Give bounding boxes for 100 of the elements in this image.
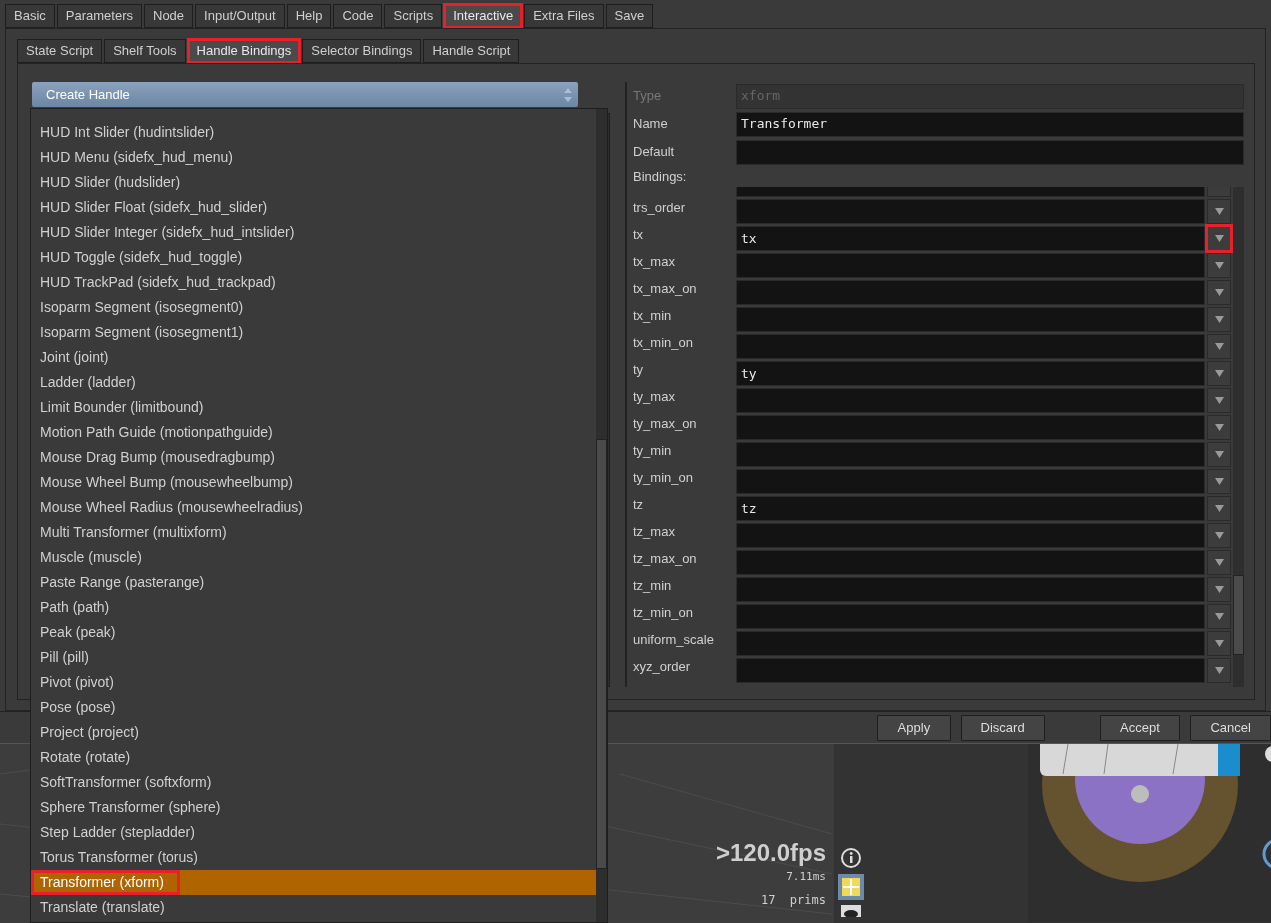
dropdown-button[interactable] xyxy=(1207,307,1231,332)
dropdown-button[interactable] xyxy=(1207,604,1231,629)
dropdown-button[interactable] xyxy=(1207,334,1231,359)
binding-field[interactable] xyxy=(736,523,1205,548)
tab[interactable]: Basic xyxy=(5,4,55,28)
dropdown-button[interactable] xyxy=(1207,550,1231,575)
dropdown-button[interactable] xyxy=(1207,388,1231,413)
binding-field[interactable] xyxy=(736,604,1205,629)
binding-field[interactable] xyxy=(736,307,1205,332)
dropdown-button[interactable] xyxy=(1207,415,1231,440)
dialog-button[interactable]: Apply xyxy=(877,714,951,741)
menu-item[interactable]: HUD Slider Integer (sidefx_hud_intslider) xyxy=(31,220,596,245)
menu-item[interactable]: Torus Transformer (torus) xyxy=(31,845,596,870)
menu-item[interactable]: Mouse Wheel Bump (mousewheelbump) xyxy=(31,470,596,495)
text-field[interactable] xyxy=(736,139,1244,165)
binding-label: tz_min xyxy=(633,577,673,595)
menu-item[interactable]: Pivot (pivot) xyxy=(31,670,596,695)
scrollbar[interactable] xyxy=(1233,187,1244,687)
binding-field[interactable]: tx xyxy=(736,226,1205,251)
caret-icon xyxy=(1214,343,1224,350)
binding-label: uniform_scale xyxy=(633,631,715,649)
menu-item[interactable]: Translate (translate) xyxy=(31,895,596,920)
tab[interactable]: Shelf Tools xyxy=(104,39,186,63)
menu-item[interactable]: Isoparm Segment (isosegment1) xyxy=(31,320,596,345)
menu-item[interactable]: Peak (peak) xyxy=(31,620,596,645)
tab[interactable]: Handle Script xyxy=(423,39,520,63)
binding-label: tx_max xyxy=(633,253,676,271)
dialog-button[interactable]: Discard xyxy=(960,714,1045,741)
menu-item[interactable]: Multi Transformer (multixform) xyxy=(31,520,596,545)
caret-icon xyxy=(1214,370,1224,377)
tab[interactable]: Parameters xyxy=(56,4,142,28)
menu-item[interactable]: Isoparm Segment (isosegment0) xyxy=(31,295,596,320)
dropdown-button[interactable] xyxy=(1207,523,1231,548)
binding-field[interactable]: tz xyxy=(736,496,1205,521)
menu-item[interactable]: Mouse Wheel Radius (mousewheelradius) xyxy=(31,495,596,520)
menu-item[interactable]: Mouse Drag Bump (mousedragbump) xyxy=(31,445,596,470)
binding-field[interactable] xyxy=(736,550,1205,575)
menu-item[interactable]: Ladder (ladder) xyxy=(31,370,596,395)
menu-item[interactable]: SoftTransformer (softxform) xyxy=(31,770,596,795)
tab[interactable]: Handle Bindings xyxy=(187,39,301,63)
tab[interactable]: Node xyxy=(144,4,194,28)
dropdown-button[interactable] xyxy=(1207,361,1231,386)
binding-field[interactable] xyxy=(736,187,1205,197)
tab[interactable]: Interactive xyxy=(444,4,523,28)
menu-item[interactable]: Motion Path Guide (motionpathguide) xyxy=(31,420,596,445)
menu-item[interactable]: Pose (pose) xyxy=(31,695,596,720)
menu-item[interactable]: Joint (joint) xyxy=(31,345,596,370)
binding-field[interactable] xyxy=(736,253,1205,278)
menu-item[interactable]: HUD TrackPad (sidefx_hud_trackpad) xyxy=(31,270,596,295)
dropdown-button[interactable] xyxy=(1207,442,1231,467)
binding-field[interactable] xyxy=(736,577,1205,602)
binding-field[interactable] xyxy=(736,442,1205,467)
dropdown-button[interactable] xyxy=(1207,577,1231,602)
dropdown-button[interactable] xyxy=(1207,469,1231,494)
tab[interactable]: State Script xyxy=(17,39,103,63)
binding-field[interactable] xyxy=(736,631,1205,656)
menu-item[interactable]: HUD Slider (hudslider) xyxy=(31,170,596,195)
dropdown-button[interactable] xyxy=(1207,253,1231,278)
menu-item[interactable]: Sphere Transformer (sphere) xyxy=(31,795,596,820)
tab[interactable]: Save xyxy=(605,4,654,28)
menu-item[interactable]: HUD Menu (sidefx_hud_menu) xyxy=(31,145,596,170)
binding-field[interactable]: ty xyxy=(736,361,1205,386)
binding-field[interactable] xyxy=(736,415,1205,440)
dropdown-button[interactable] xyxy=(1207,226,1231,251)
menu-item[interactable]: Limit Bounder (limitbound) xyxy=(31,395,596,420)
tab[interactable]: Help xyxy=(286,4,332,28)
menu-item[interactable]: Muscle (muscle) xyxy=(31,545,596,570)
dropdown-button[interactable] xyxy=(1207,496,1231,521)
binding-field[interactable] xyxy=(736,280,1205,305)
eye-icon[interactable] xyxy=(841,905,861,917)
menu-item[interactable]: Path (path) xyxy=(31,595,596,620)
menu-item[interactable]: Pill (pill) xyxy=(31,645,596,670)
menu-item[interactable]: HUD Int Slider (hudintslider) xyxy=(31,120,596,145)
grid-view-icon[interactable] xyxy=(838,874,864,900)
menu-item[interactable]: Rotate (rotate) xyxy=(31,745,596,770)
menu-item[interactable]: Paste Range (pasterange) xyxy=(31,570,596,595)
dialog-button[interactable]: Accept xyxy=(1099,714,1181,741)
binding-field[interactable] xyxy=(736,658,1205,683)
binding-field[interactable] xyxy=(736,199,1205,224)
dropdown-button[interactable] xyxy=(1207,631,1231,656)
binding-field[interactable] xyxy=(736,334,1205,359)
menu-item[interactable]: HUD Slider Float (sidefx_hud_slider) xyxy=(31,195,596,220)
binding-field[interactable] xyxy=(736,388,1205,413)
dropdown-button[interactable] xyxy=(1207,280,1231,305)
tab[interactable]: Input/Output xyxy=(195,4,285,28)
dialog-button[interactable]: Cancel xyxy=(1190,714,1271,741)
scrollbar[interactable] xyxy=(596,109,607,922)
menu-item[interactable]: Project (project) xyxy=(31,720,596,745)
text-field[interactable]: Transformer xyxy=(736,111,1244,137)
info-icon[interactable] xyxy=(840,847,862,869)
menu-item[interactable]: HUD Toggle (sidefx_hud_toggle) xyxy=(31,245,596,270)
tab[interactable]: Code xyxy=(333,4,383,28)
tab[interactable]: Scripts xyxy=(384,4,443,28)
dropdown-button[interactable] xyxy=(1207,199,1231,224)
menu-item[interactable]: Step Ladder (stepladder) xyxy=(31,820,596,845)
dropdown-button[interactable] xyxy=(1207,658,1231,683)
menu-item[interactable]: Transformer (xform) xyxy=(31,870,596,895)
tab[interactable]: Selector Bindings xyxy=(302,39,422,63)
binding-field[interactable] xyxy=(736,469,1205,494)
tab[interactable]: Extra Files xyxy=(524,4,604,28)
